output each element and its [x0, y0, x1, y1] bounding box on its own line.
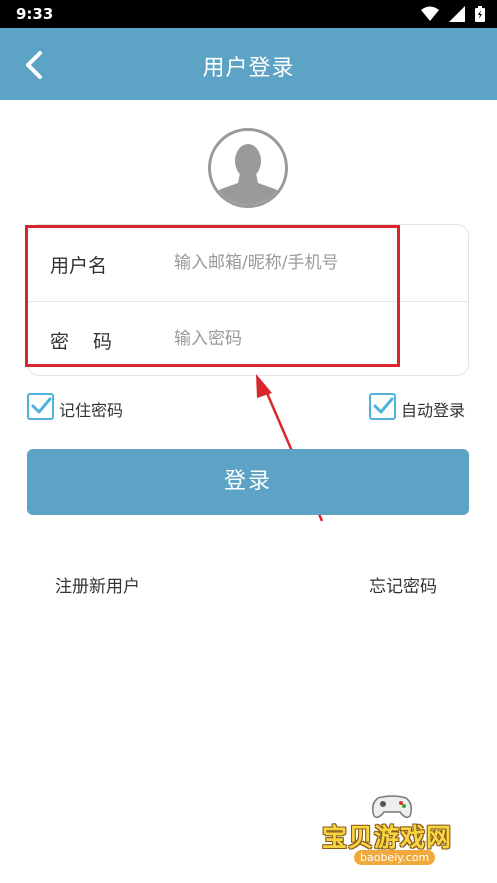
auto-login-label: 自动登录: [401, 401, 466, 420]
page-title: 用户登录: [202, 56, 295, 81]
watermark-logo: 宝贝游戏网 baobeiy.com: [318, 790, 468, 870]
password-input[interactable]: [174, 323, 434, 355]
gamepad-icon: [371, 795, 413, 819]
password-label: 密码: [50, 331, 137, 353]
auto-login-checkbox[interactable]: 自动登录: [369, 393, 469, 421]
username-row: 用户名: [28, 225, 468, 302]
app-bar: 用户登录: [0, 28, 497, 100]
username-input[interactable]: [174, 247, 434, 279]
register-link[interactable]: 注册新用户: [55, 572, 140, 597]
signal-icon: [448, 6, 465, 22]
login-button[interactable]: 登录: [27, 449, 469, 515]
checkbox-checked-icon: [27, 393, 54, 420]
checkbox-checked-icon: [369, 393, 396, 420]
username-label: 用户名: [50, 255, 108, 277]
battery-icon: [475, 6, 485, 22]
status-icons: [416, 6, 485, 22]
status-bar: 9:33: [0, 0, 497, 28]
watermark-url: baobeiy.com: [354, 850, 436, 865]
watermark-text: 宝贝游戏网: [322, 823, 453, 852]
user-avatar-icon: [208, 128, 288, 208]
password-row: 密码: [28, 301, 468, 377]
remember-password-label: 记住密码: [59, 401, 124, 420]
forgot-password-link[interactable]: 忘记密码: [369, 572, 437, 597]
remember-password-checkbox[interactable]: 记住密码: [27, 393, 137, 421]
status-time: 9:33: [16, 5, 54, 23]
login-form: 用户名 密码: [27, 224, 469, 376]
wifi-icon: [420, 6, 439, 21]
